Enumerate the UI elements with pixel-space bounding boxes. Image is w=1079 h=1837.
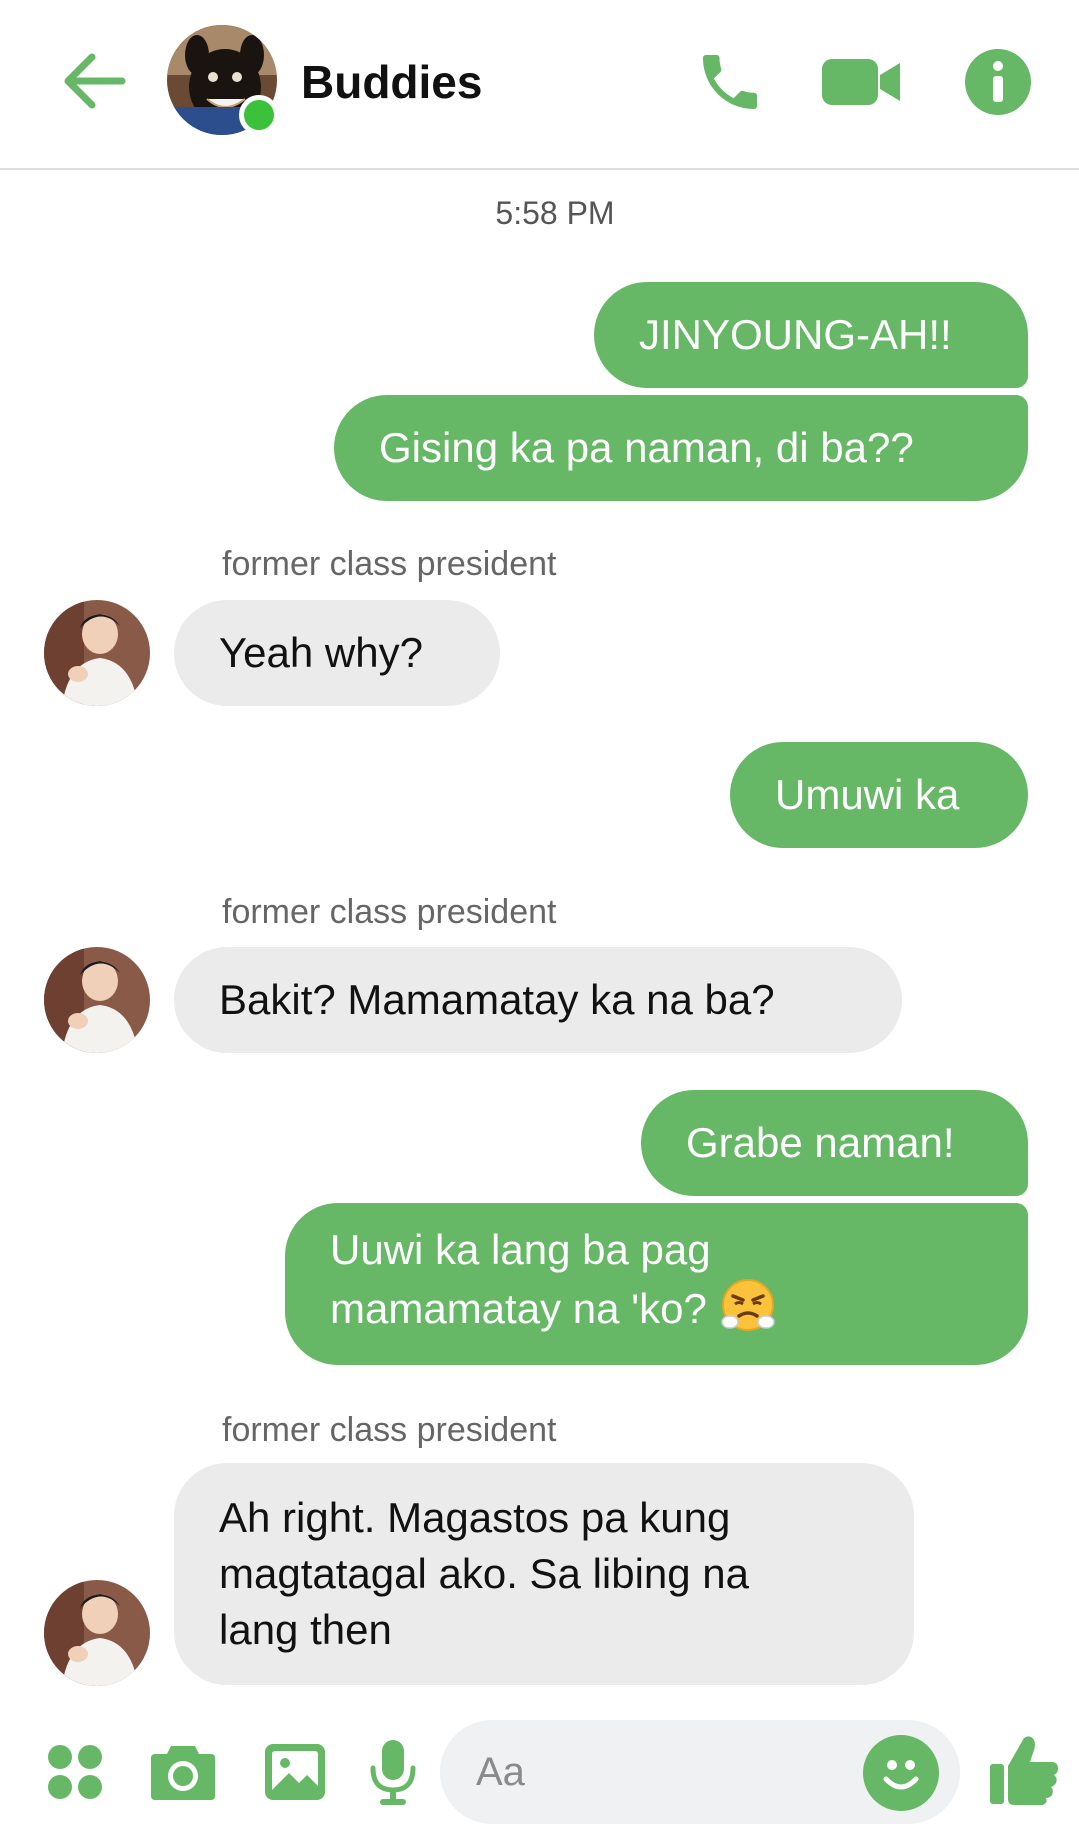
message-timestamp: 5:58 PM — [495, 195, 615, 231]
sender-avatar[interactable] — [44, 1580, 150, 1686]
chat-title[interactable]: Buddies — [301, 52, 482, 112]
incoming-message[interactable]: Yeah why? — [174, 600, 500, 706]
sender-name: former class president — [222, 1411, 557, 1449]
camera-icon — [151, 1746, 215, 1800]
message-content: Uuwi ka lang ba pag mamamatay na 'ko? — [330, 1222, 890, 1346]
online-status-dot — [239, 95, 279, 135]
sender-avatar[interactable] — [44, 600, 150, 706]
microphone-icon — [370, 1740, 416, 1805]
voice-call-button[interactable] — [688, 40, 772, 124]
apps-icon — [48, 1745, 102, 1799]
message-text: Grabe naman! — [686, 1119, 955, 1166]
smiley-icon — [883, 1760, 919, 1790]
message-text: JINYOUNG-AH!! — [639, 311, 952, 358]
phone-icon — [703, 55, 757, 109]
emoji-button[interactable] — [863, 1735, 939, 1811]
sender-avatar[interactable] — [44, 947, 150, 1053]
thumbs-up-icon — [990, 1736, 1058, 1805]
chat-header: Buddies — [0, 0, 1079, 170]
like-button[interactable] — [984, 1730, 1064, 1810]
outgoing-message[interactable]: JINYOUNG-AH!! — [594, 282, 1028, 388]
gallery-button[interactable] — [260, 1737, 330, 1807]
voice-clip-button[interactable] — [358, 1737, 428, 1807]
image-icon — [265, 1744, 325, 1800]
camera-button[interactable] — [148, 1737, 218, 1807]
huffing-face-emoji — [721, 1278, 775, 1346]
message-text: Yeah why? — [219, 629, 423, 676]
more-actions-button[interactable] — [40, 1737, 110, 1807]
message-text: Ah right. Magastos pa kung magtatagal ak… — [219, 1494, 750, 1653]
incoming-message[interactable]: Ah right. Magastos pa kung magtatagal ak… — [174, 1463, 914, 1685]
sender-name: former class president — [222, 893, 557, 931]
message-text: Gising ka pa naman, di ba?? — [379, 424, 914, 471]
video-call-button[interactable] — [820, 40, 904, 124]
sender-name: former class president — [222, 545, 557, 583]
video-camera-icon — [822, 59, 900, 105]
outgoing-message[interactable]: Gising ka pa naman, di ba?? — [334, 395, 1028, 501]
incoming-message[interactable]: Bakit? Mamamatay ka na ba? — [174, 947, 902, 1053]
outgoing-message[interactable]: Umuwi ka — [730, 742, 1028, 848]
arrow-left-icon — [64, 53, 126, 109]
outgoing-message[interactable]: Uuwi ka lang ba pag mamamatay na 'ko? — [285, 1203, 1028, 1365]
message-composer — [0, 1700, 1079, 1837]
outgoing-message[interactable]: Grabe naman! — [641, 1090, 1028, 1196]
group-avatar-button[interactable] — [167, 25, 279, 135]
info-icon — [965, 49, 1031, 115]
message-text: Bakit? Mamamatay ka na ba? — [219, 976, 775, 1023]
back-button[interactable] — [58, 46, 128, 116]
message-text: Umuwi ka — [775, 771, 960, 818]
conversation-info-button[interactable] — [956, 40, 1040, 124]
message-text: Uuwi ka lang ba pag mamamatay na 'ko? — [330, 1226, 711, 1333]
